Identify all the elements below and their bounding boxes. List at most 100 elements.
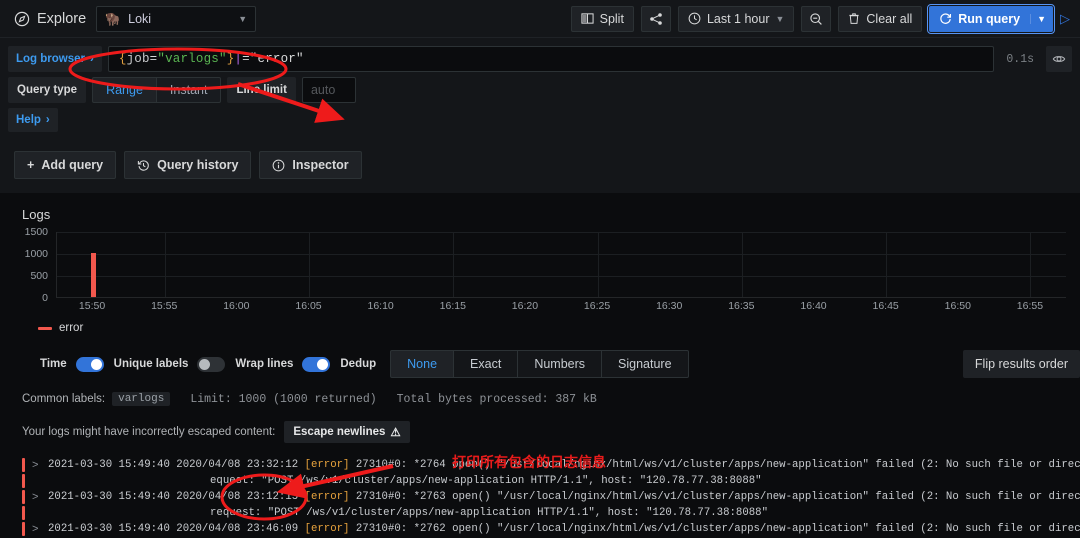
datasource-picker[interactable]: 🦬 Loki ▼ <box>96 6 256 32</box>
unique-labels-toggle[interactable] <box>197 357 225 372</box>
table-row-continuation: equest: "POST /ws/v1/cluster/apps/new-ap… <box>22 473 1066 489</box>
chevron-down-icon: ▼ <box>238 14 247 24</box>
y-axis-tick: 500 <box>30 270 48 282</box>
x-axis-tick: 16:00 <box>223 300 249 312</box>
add-query-button[interactable]: + Add query <box>14 151 116 179</box>
explore-page: Explore 🦬 Loki ▼ Split <box>0 0 1080 538</box>
log-browser-button[interactable]: Log browser › <box>8 46 102 72</box>
x-axis-tick: 16:15 <box>440 300 466 312</box>
explore-brand: Explore <box>6 11 96 27</box>
x-axis-tick: 16:05 <box>295 300 321 312</box>
x-axis-tick: 16:10 <box>368 300 394 312</box>
row-level-marker <box>22 522 25 536</box>
grid-line-vertical <box>309 232 310 297</box>
log-level-tag: [error] <box>305 459 350 471</box>
y-axis-tick: 1000 <box>25 248 48 260</box>
x-axis-tick: 16:35 <box>728 300 754 312</box>
log-line: 2021-03-30 15:49:40 2020/04/08 23:12:15 … <box>48 490 1080 504</box>
x-axis-tick: 16:50 <box>945 300 971 312</box>
grid-line-horizontal <box>57 276 1066 277</box>
log-line-wrapped: request: "POST /ws/v1/cluster/apps/new-a… <box>32 506 768 520</box>
table-row[interactable]: > 2021-03-30 15:49:40 2020/04/08 23:46:0… <box>22 521 1066 537</box>
history-icon <box>137 159 150 172</box>
log-body-pre: 2020/04/08 23:32:12 <box>176 459 304 471</box>
split-button[interactable]: Split <box>571 6 634 32</box>
run-query-button[interactable]: Run query ▼ <box>929 6 1053 32</box>
query-type-range[interactable]: Range <box>92 77 157 103</box>
chevron-right-icon[interactable]: > <box>32 458 41 472</box>
escape-newlines-button[interactable]: Escape newlines ⚠ <box>284 421 409 443</box>
limit-text: Limit: 1000 (1000 returned) <box>190 393 376 406</box>
bar[interactable] <box>91 253 96 297</box>
y-axis-tick: 1500 <box>25 226 48 238</box>
chart-legend: error <box>38 322 1066 334</box>
log-level-tag: [error] <box>305 491 350 503</box>
log-line: 2021-03-30 15:49:40 2020/04/08 23:32:12 … <box>48 458 1080 472</box>
query-type-instant[interactable]: Instant <box>157 77 222 103</box>
zoom-out-button[interactable] <box>801 6 831 32</box>
log-body-post: 27310#0: *2763 open() "/usr/local/nginx/… <box>349 491 1080 503</box>
dedup-option-signature[interactable]: Signature <box>602 350 689 378</box>
escape-message: Your logs might have incorrectly escaped… <box>22 426 275 438</box>
help-label: Help <box>16 114 41 126</box>
log-body-pre: 2020/04/08 23:12:15 <box>176 491 304 503</box>
grid-line-vertical <box>165 232 166 297</box>
add-query-label: Add query <box>41 158 103 172</box>
legend-label: error <box>59 322 83 334</box>
wrap-lines-control[interactable]: Wrap lines <box>235 357 330 372</box>
x-axis-tick: 15:55 <box>151 300 177 312</box>
zoom-out-icon <box>809 12 823 26</box>
run-query-dropdown[interactable]: ▼ <box>1030 14 1052 24</box>
time-toggle[interactable] <box>76 357 104 372</box>
line-limit-input[interactable]: auto <box>302 77 356 103</box>
query-type-label: Query type <box>8 77 86 103</box>
wrap-lines-label: Wrap lines <box>235 358 293 370</box>
wrap-lines-toggle[interactable] <box>302 357 330 372</box>
chevron-right-icon: › <box>46 114 50 126</box>
dedup-option-none[interactable]: None <box>390 350 454 378</box>
log-rows: > 2021-03-30 15:49:40 2020/04/08 23:32:1… <box>14 457 1066 537</box>
query-token-filter-value: "error" <box>250 52 304 66</box>
y-axis: 050010001500 <box>18 232 52 298</box>
unique-labels-control[interactable]: Unique labels <box>114 357 226 372</box>
chevron-right-icon[interactable]: > <box>32 522 41 536</box>
table-row[interactable]: > 2021-03-30 15:49:40 2020/04/08 23:32:1… <box>22 457 1066 473</box>
logs-panel-title: Logs <box>22 207 1066 222</box>
row-level-marker <box>22 474 25 488</box>
query-token-key: job <box>127 52 150 66</box>
query-token-open-brace: { <box>119 52 127 66</box>
time-control[interactable]: Time <box>40 357 104 372</box>
query-options-row: Query type Range Instant Line limit auto <box>8 77 1072 103</box>
dedup-option-exact[interactable]: Exact <box>454 350 518 378</box>
help-button[interactable]: Help › <box>8 108 58 132</box>
toggle-visibility-button[interactable] <box>1046 46 1072 72</box>
chevron-right-icon[interactable]: > <box>32 490 41 504</box>
datasource-name: Loki <box>128 12 151 26</box>
flip-results-order-button[interactable]: Flip results order <box>963 350 1080 378</box>
chevron-right-icon: › <box>90 53 94 65</box>
dedup-label: Dedup <box>340 358 376 370</box>
log-body-post: 27310#0: *2764 open() "/usr/local/nginx/… <box>349 459 1080 471</box>
log-timestamp: 2021-03-30 15:49:40 <box>48 523 170 535</box>
play-icon[interactable]: ▷ <box>1060 11 1072 27</box>
query-token-value: "varlogs" <box>157 52 226 66</box>
bytes-processed-text: Total bytes processed: 387 kB <box>397 393 597 406</box>
query-history-button[interactable]: Query history <box>124 151 251 179</box>
share-button[interactable] <box>641 6 671 32</box>
clear-all-button[interactable]: Clear all <box>838 6 922 32</box>
grid-line-vertical <box>453 232 454 297</box>
common-labels-value[interactable]: varlogs <box>112 392 170 406</box>
dedup-option-numbers[interactable]: Numbers <box>518 350 602 378</box>
inspector-button[interactable]: Inspector <box>259 151 361 179</box>
logs-histogram[interactable]: 050010001500 15:5015:5516:0016:0516:1016… <box>18 232 1066 312</box>
table-row-continuation: request: "POST /ws/v1/cluster/apps/new-a… <box>22 505 1066 521</box>
split-panes-icon <box>581 12 594 25</box>
table-row[interactable]: > 2021-03-30 15:49:40 2020/04/08 23:12:1… <box>22 489 1066 505</box>
x-axis-tick: 16:25 <box>584 300 610 312</box>
unique-labels-label: Unique labels <box>114 358 189 370</box>
query-input[interactable]: {job="varlogs"}|="error" <box>108 46 995 72</box>
clear-all-label: Clear all <box>866 12 912 26</box>
log-browser-label: Log browser <box>16 53 85 65</box>
time-range-picker[interactable]: Last 1 hour ▼ <box>678 6 794 32</box>
logs-meta: Common labels: varlogs Limit: 1000 (1000… <box>14 378 1066 406</box>
